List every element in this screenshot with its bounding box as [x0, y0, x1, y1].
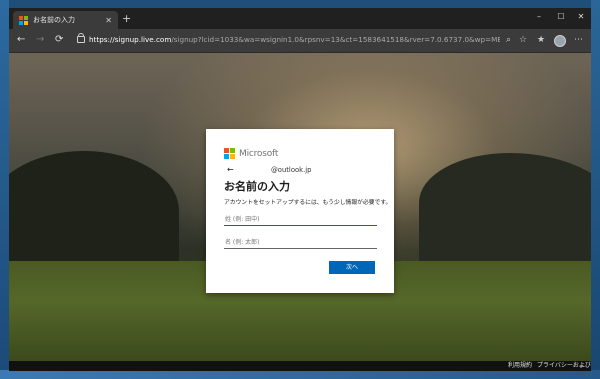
more-options-link[interactable]: ... [580, 362, 586, 370]
desktop-background-left [0, 0, 9, 379]
profile-avatar-icon[interactable] [554, 35, 566, 47]
terms-link[interactable]: 利用規約 [508, 362, 532, 370]
page-footer: 利用規約 プライバシーおよびクッキー ... [9, 361, 591, 371]
minimize-button[interactable]: – [528, 12, 550, 21]
desktop-background-right [591, 0, 600, 379]
maximize-button[interactable]: ☐ [550, 12, 572, 21]
refresh-button[interactable]: ⟳ [55, 34, 63, 46]
background-mountain-left [9, 151, 179, 271]
back-arrow-icon[interactable]: ← [227, 165, 234, 174]
new-tab-button[interactable]: + [122, 13, 131, 24]
browser-window: お名前の入力 ✕ + – ☐ ✕ ← → ⟳ https://signup.li… [9, 8, 591, 371]
tab-close-icon[interactable]: ✕ [105, 16, 112, 25]
web-viewport: Microsoft ← @outlook.jp お名前の入力 アカウントをセット… [9, 53, 591, 371]
microsoft-wordmark: Microsoft [239, 148, 279, 159]
url-path: /signup?lcid=1033&wa=wsignin1.0&rpsnv=13… [171, 35, 500, 44]
page-title: お名前の入力 [224, 180, 290, 193]
tab-active[interactable]: お名前の入力 ✕ [13, 11, 118, 29]
lock-icon [77, 33, 85, 43]
last-name-input[interactable] [224, 213, 377, 226]
more-icon[interactable]: ⋯ [574, 34, 583, 46]
back-button[interactable]: ← [17, 34, 25, 46]
first-name-input[interactable] [224, 236, 377, 249]
instruction-text: アカウントをセットアップするには、もう少し情報が必要です。 [224, 200, 392, 206]
browser-toolbar: ← → ⟳ https://signup.live.com/signup?lci… [9, 29, 591, 53]
read-aloud-icon[interactable]: ⌕ [506, 34, 511, 46]
signin-card: Microsoft ← @outlook.jp お名前の入力 アカウントをセット… [206, 129, 394, 293]
address-bar[interactable]: https://signup.live.com/signup?lcid=1033… [89, 33, 500, 47]
forward-button[interactable]: → [36, 34, 44, 46]
tab-title: お名前の入力 [33, 16, 75, 24]
microsoft-logo-icon [224, 148, 235, 159]
add-favorite-icon[interactable]: ☆ [519, 34, 527, 46]
account-email: @outlook.jp [271, 166, 312, 174]
url-host: https://signup.live.com [89, 35, 172, 44]
next-button[interactable]: 次へ [329, 261, 375, 274]
microsoft-logo: Microsoft [224, 148, 278, 159]
tab-strip: お名前の入力 ✕ + – ☐ ✕ [9, 8, 591, 29]
close-window-button[interactable]: ✕ [570, 12, 591, 21]
taskbar [0, 370, 600, 379]
background-mountain-right [419, 153, 591, 263]
favorites-icon[interactable]: ★ [537, 34, 545, 46]
microsoft-favicon-icon [19, 15, 28, 25]
